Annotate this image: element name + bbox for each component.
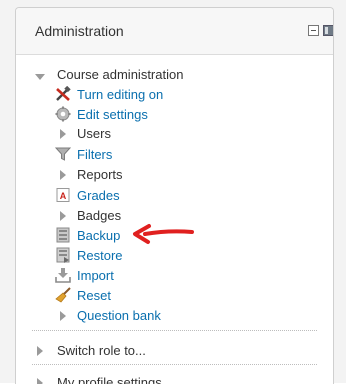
divider <box>32 364 317 365</box>
collapse-triangle-icon[interactable] <box>35 74 45 80</box>
reports-node[interactable]: Reports <box>77 166 123 183</box>
expand-badges-triangle-icon[interactable] <box>60 211 66 221</box>
backup-icon <box>55 227 71 243</box>
grades-link[interactable]: Grades <box>77 187 120 204</box>
import-link[interactable]: Import <box>77 267 114 284</box>
edit-settings-link[interactable]: Edit settings <box>77 106 148 123</box>
badges-node[interactable]: Badges <box>77 207 121 224</box>
expand-question-bank-triangle-icon[interactable] <box>60 311 66 321</box>
divider <box>32 330 317 331</box>
expand-users-triangle-icon[interactable] <box>60 129 66 139</box>
expand-reports-triangle-icon[interactable] <box>60 170 66 180</box>
dock-block-icon[interactable] <box>323 25 333 36</box>
reset-broom-icon <box>55 287 71 303</box>
block-title: Administration <box>35 23 124 39</box>
administration-block: Administration Course administration Tur… <box>15 7 334 384</box>
turn-editing-on-link[interactable]: Turn editing on <box>77 86 163 103</box>
users-node[interactable]: Users <box>77 125 111 142</box>
import-icon <box>55 267 71 283</box>
grades-icon: A <box>55 187 71 203</box>
filter-funnel-icon <box>54 146 72 162</box>
svg-text:A: A <box>60 191 67 201</box>
edit-tools-icon <box>55 85 71 102</box>
page-background: Administration Course administration Tur… <box>0 0 346 384</box>
filters-link[interactable]: Filters <box>77 146 112 163</box>
switch-role-node[interactable]: Switch role to... <box>57 342 146 359</box>
minimize-block-icon[interactable] <box>308 25 319 36</box>
question-bank-link[interactable]: Question bank <box>77 307 161 324</box>
settings-gear-icon <box>55 106 71 122</box>
backup-link[interactable]: Backup <box>77 227 120 244</box>
restore-link[interactable]: Restore <box>77 247 123 264</box>
reset-link[interactable]: Reset <box>77 287 111 304</box>
expand-profile-settings-triangle-icon[interactable] <box>37 378 43 384</box>
annotation-arrow-icon <box>133 224 194 244</box>
expand-switch-role-triangle-icon[interactable] <box>37 346 43 356</box>
block-header: Administration <box>16 8 333 55</box>
restore-icon <box>55 247 71 263</box>
course-administration-node[interactable]: Course administration <box>57 66 183 83</box>
